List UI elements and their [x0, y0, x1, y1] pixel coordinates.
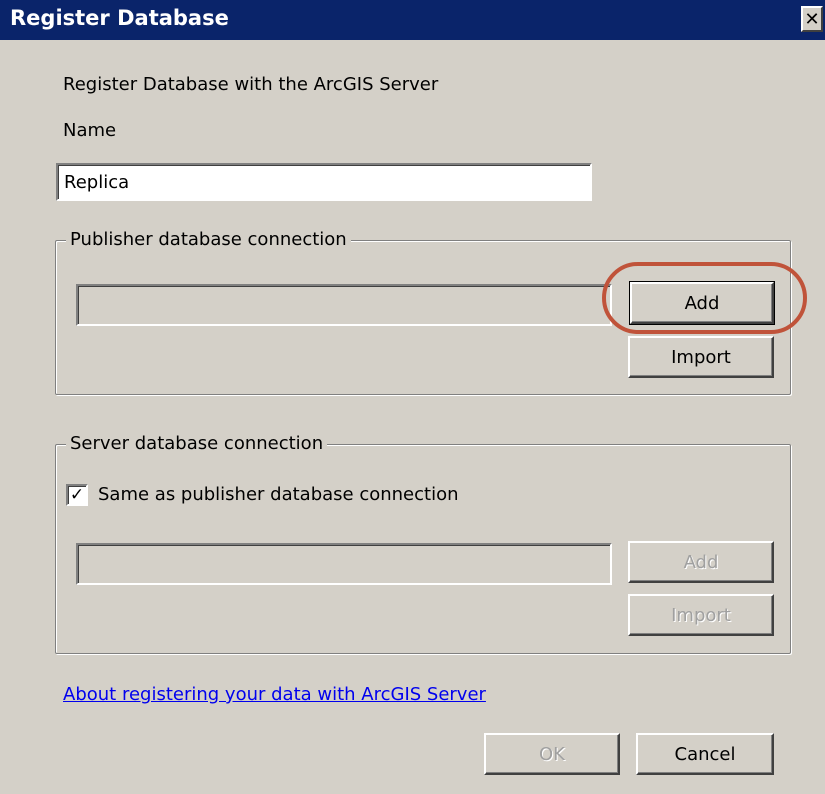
server-add-label: Add	[683, 551, 719, 573]
publisher-import-button[interactable]: Import	[628, 336, 774, 378]
ok-button[interactable]: OK	[484, 733, 620, 775]
same-as-publisher-label[interactable]: Same as publisher database connection	[98, 484, 459, 505]
name-label: Name	[63, 120, 117, 141]
window-title: Register Database	[10, 6, 229, 30]
close-button[interactable]: ✕	[801, 6, 823, 32]
cancel-label: Cancel	[674, 743, 736, 765]
help-link[interactable]: About registering your data with ArcGIS …	[63, 684, 486, 705]
publisher-group-label: Publisher database connection	[66, 229, 351, 250]
server-connection-field	[76, 543, 612, 585]
server-import-button[interactable]: Import	[628, 594, 774, 636]
name-input[interactable]	[56, 163, 592, 201]
add-button-highlight	[602, 262, 807, 334]
ok-label: OK	[539, 743, 565, 765]
server-add-button[interactable]: Add	[628, 541, 774, 583]
same-as-publisher-checkbox[interactable]: ✓	[66, 484, 88, 506]
publisher-connection-field[interactable]	[76, 284, 612, 326]
cancel-button[interactable]: Cancel	[636, 733, 774, 775]
publisher-import-label: Import	[671, 346, 731, 368]
title-bar: Register Database ✕	[0, 0, 825, 40]
intro-text: Register Database with the ArcGIS Server	[63, 74, 439, 95]
checkmark-icon: ✓	[69, 484, 85, 505]
server-group-label: Server database connection	[66, 433, 328, 454]
close-icon: ✕	[804, 8, 820, 30]
server-import-label: Import	[671, 604, 731, 626]
